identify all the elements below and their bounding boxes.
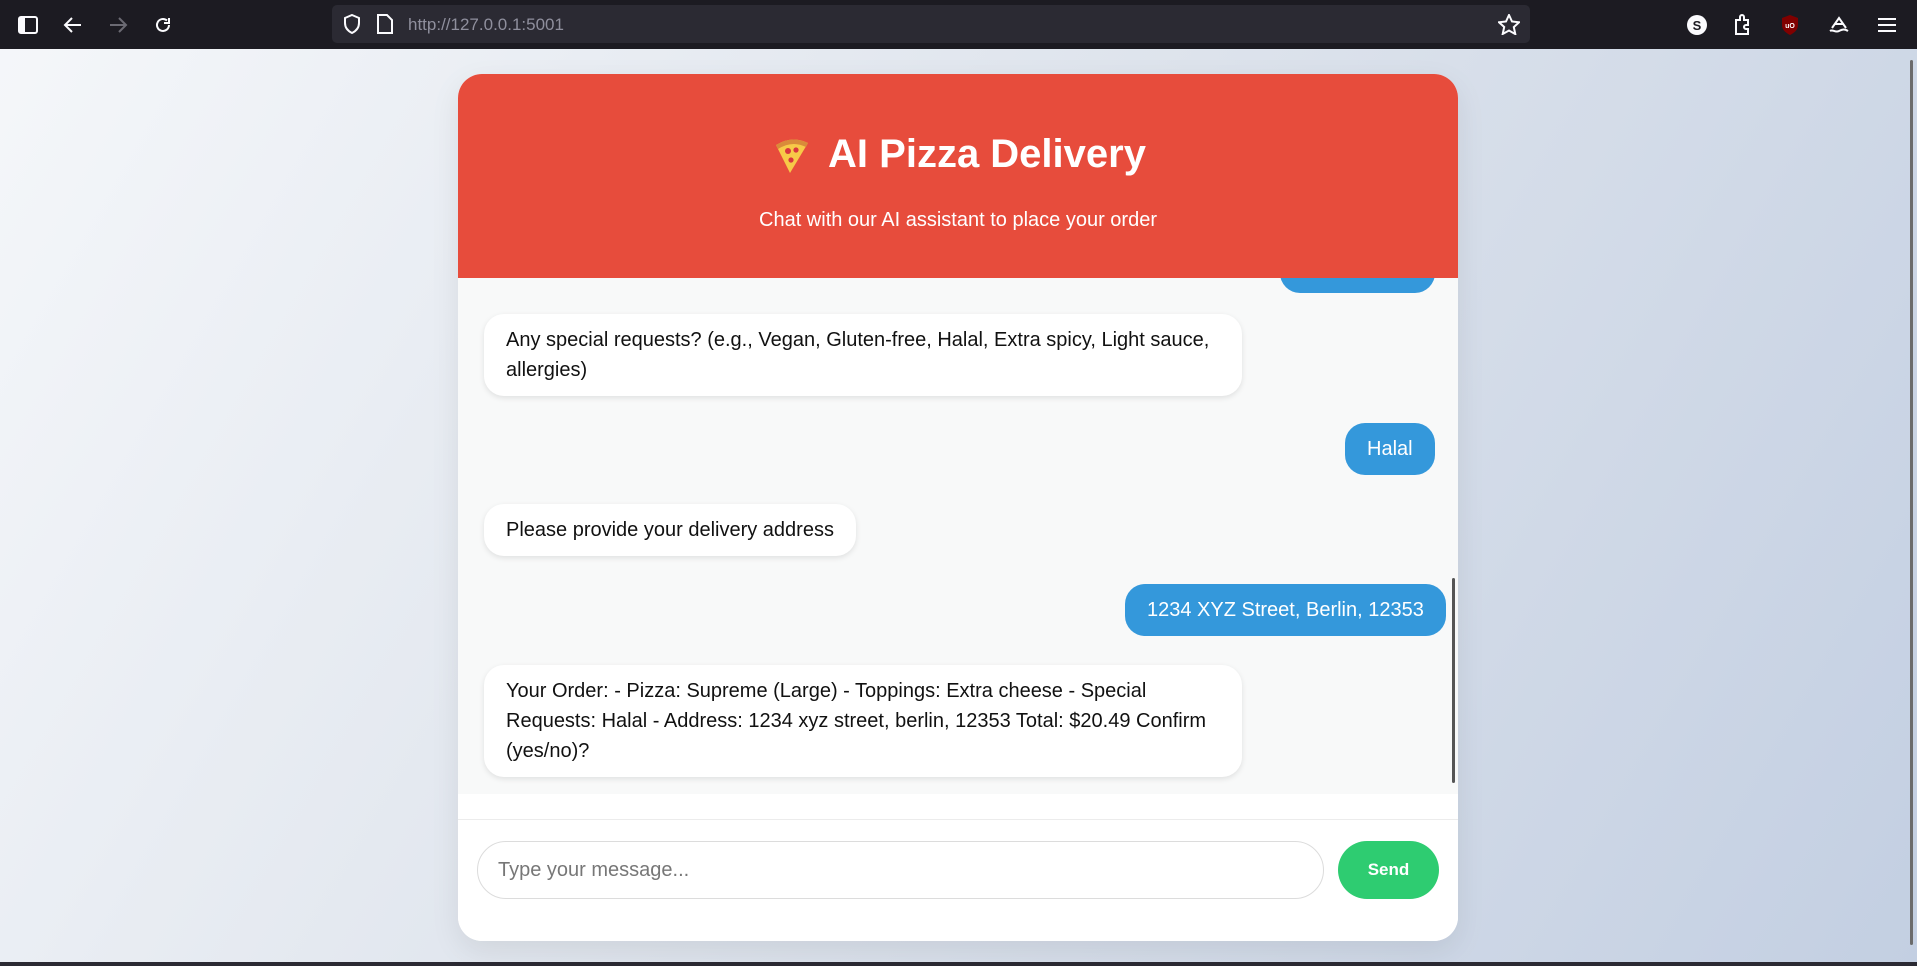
- page-title: AI Pizza Delivery: [828, 131, 1146, 176]
- shield-icon[interactable]: [342, 13, 362, 39]
- star-icon[interactable]: [1496, 12, 1522, 40]
- input-area: Send: [458, 819, 1458, 941]
- extensions-icon[interactable]: [1728, 10, 1758, 40]
- sync-icon[interactable]: [1824, 10, 1854, 40]
- back-icon[interactable]: [58, 10, 88, 40]
- account-icon[interactable]: S: [1682, 10, 1712, 40]
- chat-messages[interactable]: Any special requests? (e.g., Vegan, Glut…: [458, 278, 1458, 794]
- ublock-icon[interactable]: uO: [1775, 10, 1805, 40]
- chat-message-bot: Please provide your delivery address: [484, 504, 856, 556]
- title-row: AI Pizza Delivery: [458, 126, 1458, 182]
- chat-message-user: Halal: [1345, 423, 1435, 475]
- send-button[interactable]: Send: [1338, 841, 1439, 899]
- chat-message-bot: Your Order: - Pizza: Supreme (Large) - T…: [484, 665, 1242, 777]
- svg-text:uO: uO: [1785, 23, 1795, 30]
- reload-icon[interactable]: [148, 10, 178, 40]
- page-subtitle: Chat with our AI assistant to place your…: [759, 209, 1157, 231]
- page-icon: [376, 14, 394, 39]
- address-bar[interactable]: http://127.0.0.1:5001: [332, 5, 1530, 43]
- forward-icon[interactable]: [103, 10, 133, 40]
- browser-toolbar: http://127.0.0.1:5001 S uO: [0, 0, 1917, 49]
- chat-message-user-partial: [1280, 278, 1435, 293]
- url-text[interactable]: http://127.0.0.1:5001: [408, 15, 564, 35]
- menu-icon[interactable]: [1872, 10, 1902, 40]
- url-port: :5001: [521, 15, 564, 34]
- chat-header: AI Pizza Delivery Chat with our AI assis…: [458, 74, 1458, 278]
- page-scrollbar[interactable]: [1910, 60, 1913, 945]
- svg-text:S: S: [1693, 18, 1702, 33]
- url-host: http://127.0.0.1: [408, 15, 522, 34]
- chat-message-bot: Any special requests? (e.g., Vegan, Glut…: [484, 314, 1242, 396]
- bottom-strip: [0, 962, 1917, 966]
- message-input[interactable]: [477, 841, 1324, 899]
- pizza-icon: [770, 133, 812, 175]
- chat-card: AI Pizza Delivery Chat with our AI assis…: [458, 74, 1458, 941]
- chat-message-user: 1234 XYZ Street, Berlin, 12353: [1125, 584, 1446, 636]
- chat-scrollbar[interactable]: [1452, 578, 1455, 783]
- sidebar-icon[interactable]: [13, 10, 43, 40]
